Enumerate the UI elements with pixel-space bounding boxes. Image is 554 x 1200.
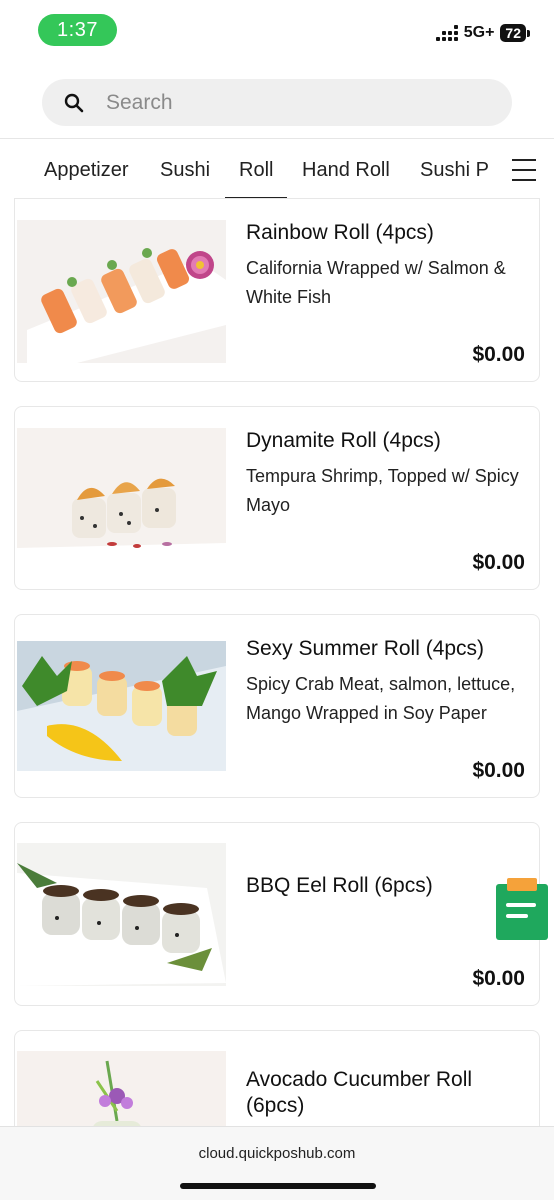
item-title: Sexy Summer Roll (4pcs) xyxy=(246,637,485,660)
item-title: Rainbow Roll (4pcs) xyxy=(246,221,434,244)
item-image xyxy=(17,220,226,363)
item-description: Tempura Shrimp, Topped w/ Spicy Mayo xyxy=(246,466,519,515)
url-text[interactable]: cloud.quickposhub.com xyxy=(0,1145,554,1162)
menu-item-card[interactable]: Sexy Summer Roll (4pcs) Spicy Crab Meat,… xyxy=(14,614,540,798)
item-description: Spicy Crab Meat, salmon, lettuce, Mango … xyxy=(246,674,516,723)
tab-sushi-platter[interactable]: Sushi P xyxy=(420,159,489,182)
category-menu-icon[interactable] xyxy=(512,159,538,181)
item-title: Avocado Cucumber Roll (6pcs) xyxy=(246,1068,473,1117)
tab-roll[interactable]: Roll xyxy=(224,159,289,199)
item-price: $0.00 xyxy=(472,343,525,366)
tab-hand-roll[interactable]: Hand Roll xyxy=(302,159,390,182)
menu-item-card[interactable]: Rainbow Roll (4pcs) California Wrapped w… xyxy=(14,198,540,382)
network-label: 5G+ xyxy=(463,24,495,41)
order-list-button[interactable] xyxy=(496,878,548,940)
search-bar[interactable] xyxy=(42,79,512,126)
tab-appetizer[interactable]: Appetizer xyxy=(44,159,129,182)
status-bar: 1:37 5G+ 72 xyxy=(0,0,554,64)
clipboard-icon xyxy=(496,878,548,940)
item-price: $0.00 xyxy=(472,759,525,782)
item-title: BBQ Eel Roll (6pcs) xyxy=(246,874,433,897)
item-image xyxy=(17,641,226,771)
item-price: $0.00 xyxy=(472,967,525,990)
search-input[interactable] xyxy=(106,90,466,115)
menu-item-card[interactable]: Dynamite Roll (4pcs) Tempura Shrimp, Top… xyxy=(14,406,540,590)
signal-icon xyxy=(435,25,458,41)
battery-icon: 72 xyxy=(500,24,530,42)
status-time: 1:37 xyxy=(38,14,117,46)
item-title: Dynamite Roll (4pcs) xyxy=(246,429,441,452)
item-description: California Wrapped w/ Salmon & White Fis… xyxy=(246,258,506,307)
tab-sushi[interactable]: Sushi xyxy=(160,159,210,182)
item-image xyxy=(17,428,226,571)
home-indicator[interactable] xyxy=(180,1183,376,1189)
category-tabs: Appetizer Sushi Roll Hand Roll Sushi P xyxy=(0,139,554,199)
item-image xyxy=(17,843,226,986)
menu-item-card[interactable]: BBQ Eel Roll (6pcs) $0.00 xyxy=(14,822,540,1006)
status-indicators: 5G+ 72 xyxy=(435,24,530,42)
search-icon xyxy=(64,93,84,112)
item-price: $0.00 xyxy=(472,551,525,574)
browser-url-bar[interactable]: cloud.quickposhub.com xyxy=(0,1126,554,1200)
